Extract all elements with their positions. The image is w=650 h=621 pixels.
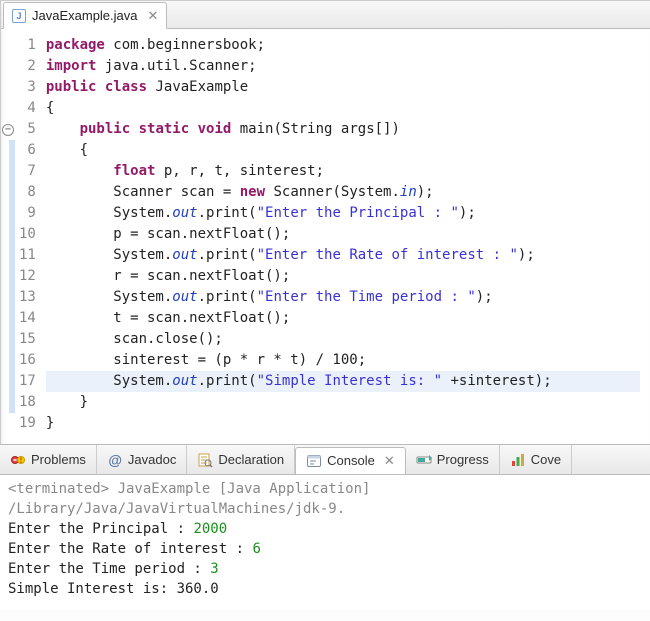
tab-label: Cove xyxy=(531,452,561,467)
tab-problems[interactable]: Problems xyxy=(0,445,97,474)
editor-tab-bar: J JavaExample.java ✕ xyxy=(1,1,650,29)
line-number: 12 xyxy=(19,266,36,287)
console-line: Simple Interest is: 360.0 xyxy=(8,579,642,599)
line-number: 2 xyxy=(19,56,36,77)
console-icon xyxy=(306,453,322,469)
code-line[interactable]: public class JavaExample xyxy=(46,77,640,98)
line-number: 5 xyxy=(19,119,36,140)
console-status: <terminated> JavaExample [Java Applicati… xyxy=(8,479,642,519)
progress-icon xyxy=(416,452,432,468)
code-line[interactable]: { xyxy=(46,98,640,119)
view-tab-bar: Problems @ Javadoc Declaration Console ✕ Progr… xyxy=(0,445,650,475)
line-number: 13 xyxy=(19,287,36,308)
code-line[interactable]: r = scan.nextFloat(); xyxy=(46,266,640,287)
code-line[interactable]: System.out.print("Simple Interest is: " … xyxy=(46,371,640,392)
line-number: 6 xyxy=(19,140,36,161)
problems-icon xyxy=(10,452,26,468)
code-line[interactable]: float p, r, t, sinterest; xyxy=(46,161,640,182)
line-number-gutter: 12345678910111213141516171819 xyxy=(15,35,46,434)
code-line[interactable]: { xyxy=(46,140,640,161)
console-line: Enter the Time period : 3 xyxy=(8,559,642,579)
line-number: 15 xyxy=(19,329,36,350)
line-number: 4 xyxy=(19,98,36,119)
line-number: 16 xyxy=(19,350,36,371)
editor-pane: J JavaExample.java ✕ − 12345678910111213… xyxy=(0,0,650,444)
code-line[interactable]: System.out.print("Enter the Rate of inte… xyxy=(46,245,640,266)
line-number: 8 xyxy=(19,182,36,203)
tab-declaration[interactable]: Declaration xyxy=(187,445,295,474)
tab-label: Progress xyxy=(437,452,489,467)
javadoc-icon: @ xyxy=(107,452,123,468)
java-file-icon: J xyxy=(12,9,26,23)
line-number: 3 xyxy=(19,77,36,98)
line-number: 9 xyxy=(19,203,36,224)
code-line[interactable]: p = scan.nextFloat(); xyxy=(46,224,640,245)
line-number: 11 xyxy=(19,245,36,266)
code-editor[interactable]: − 12345678910111213141516171819 package … xyxy=(1,29,650,444)
line-number: 17 xyxy=(19,371,36,392)
code-line[interactable]: package com.beginnersbook; xyxy=(46,35,640,56)
tab-console[interactable]: Console ✕ xyxy=(295,447,406,475)
declaration-icon xyxy=(197,452,213,468)
coverage-icon xyxy=(510,452,526,468)
close-icon[interactable]: ✕ xyxy=(148,8,159,24)
line-number: 18 xyxy=(19,392,36,413)
tab-label: Javadoc xyxy=(128,452,176,467)
code-line[interactable]: Scanner scan = new Scanner(System.in); xyxy=(46,182,640,203)
bottom-panel: Problems @ Javadoc Declaration Console ✕ Progr… xyxy=(0,444,650,609)
line-number: 19 xyxy=(19,413,36,434)
editor-tab[interactable]: J JavaExample.java ✕ xyxy=(3,2,167,29)
fold-toggle-icon[interactable]: − xyxy=(2,124,14,136)
line-number: 14 xyxy=(19,308,36,329)
code-line[interactable]: System.out.print("Enter the Time period … xyxy=(46,287,640,308)
line-number: 10 xyxy=(19,224,36,245)
console-line: Enter the Rate of interest : 6 xyxy=(8,539,642,559)
code-line[interactable]: import java.util.Scanner; xyxy=(46,56,640,77)
tab-label: Console xyxy=(327,453,375,468)
line-number: 7 xyxy=(19,161,36,182)
line-number: 1 xyxy=(19,35,36,56)
tab-label: Problems xyxy=(31,452,86,467)
tab-javadoc[interactable]: @ Javadoc xyxy=(97,445,187,474)
code-line[interactable]: } xyxy=(46,392,640,413)
code-line[interactable]: System.out.print("Enter the Principal : … xyxy=(46,203,640,224)
editor-tab-filename: JavaExample.java xyxy=(32,8,138,23)
tab-coverage[interactable]: Cove xyxy=(500,445,572,474)
tab-label: Declaration xyxy=(218,452,284,467)
console-output[interactable]: <terminated> JavaExample [Java Applicati… xyxy=(0,475,650,609)
code-line[interactable]: t = scan.nextFloat(); xyxy=(46,308,640,329)
tab-progress[interactable]: Progress xyxy=(406,445,500,474)
code-line[interactable]: } xyxy=(46,413,640,434)
close-icon[interactable]: ✕ xyxy=(384,453,395,469)
code-line[interactable]: sinterest = (p * r * t) / 100; xyxy=(46,350,640,371)
code-line[interactable]: public static void main(String args[]) xyxy=(46,119,640,140)
code-line[interactable]: scan.close(); xyxy=(46,329,640,350)
console-line: Enter the Principal : 2000 xyxy=(8,519,642,539)
